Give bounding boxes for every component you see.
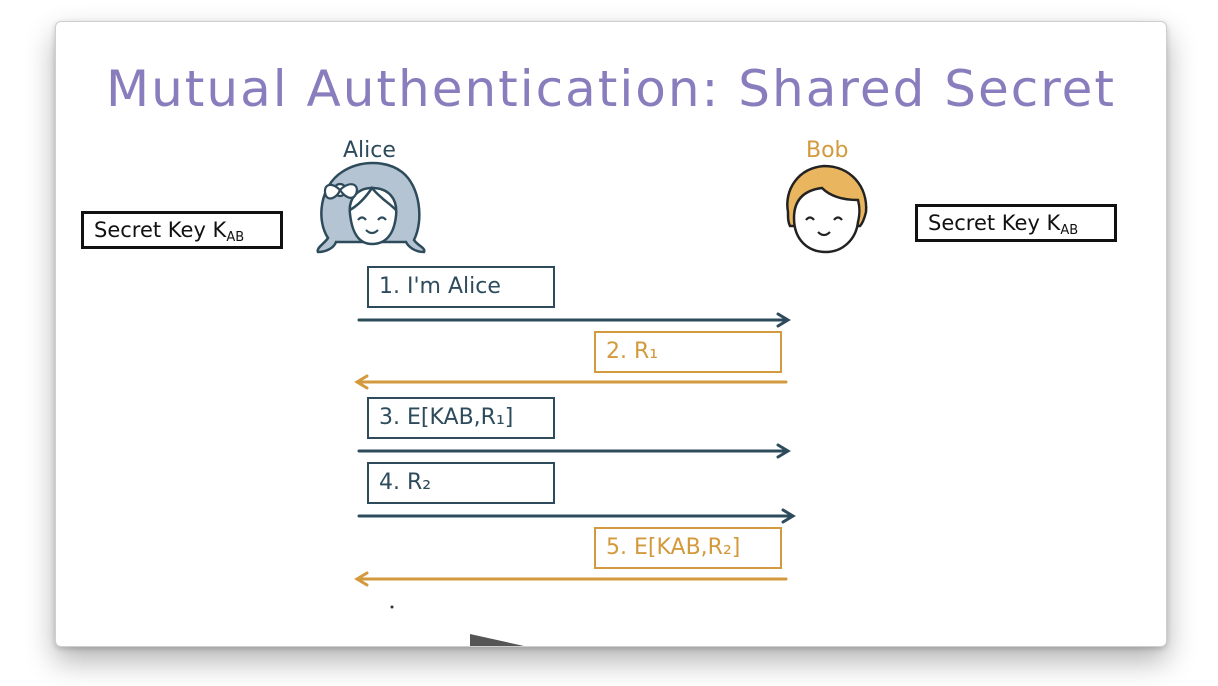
pen-dot [390, 605, 394, 609]
arrow-2-bob-to-alice [354, 374, 788, 390]
arrow-4-alice-to-bob [357, 508, 796, 524]
pen-tip-icon [470, 634, 524, 646]
screenshot-stage: Mutual Authentication: Shared Secret Sec… [0, 0, 1218, 686]
arrow-5-bob-to-alice [354, 571, 788, 587]
slide-card: Mutual Authentication: Shared Secret Sec… [55, 21, 1167, 647]
message-arrows [354, 312, 796, 646]
arrow-1-alice-to-bob [357, 312, 791, 328]
arrow-3-alice-to-bob [357, 443, 791, 459]
